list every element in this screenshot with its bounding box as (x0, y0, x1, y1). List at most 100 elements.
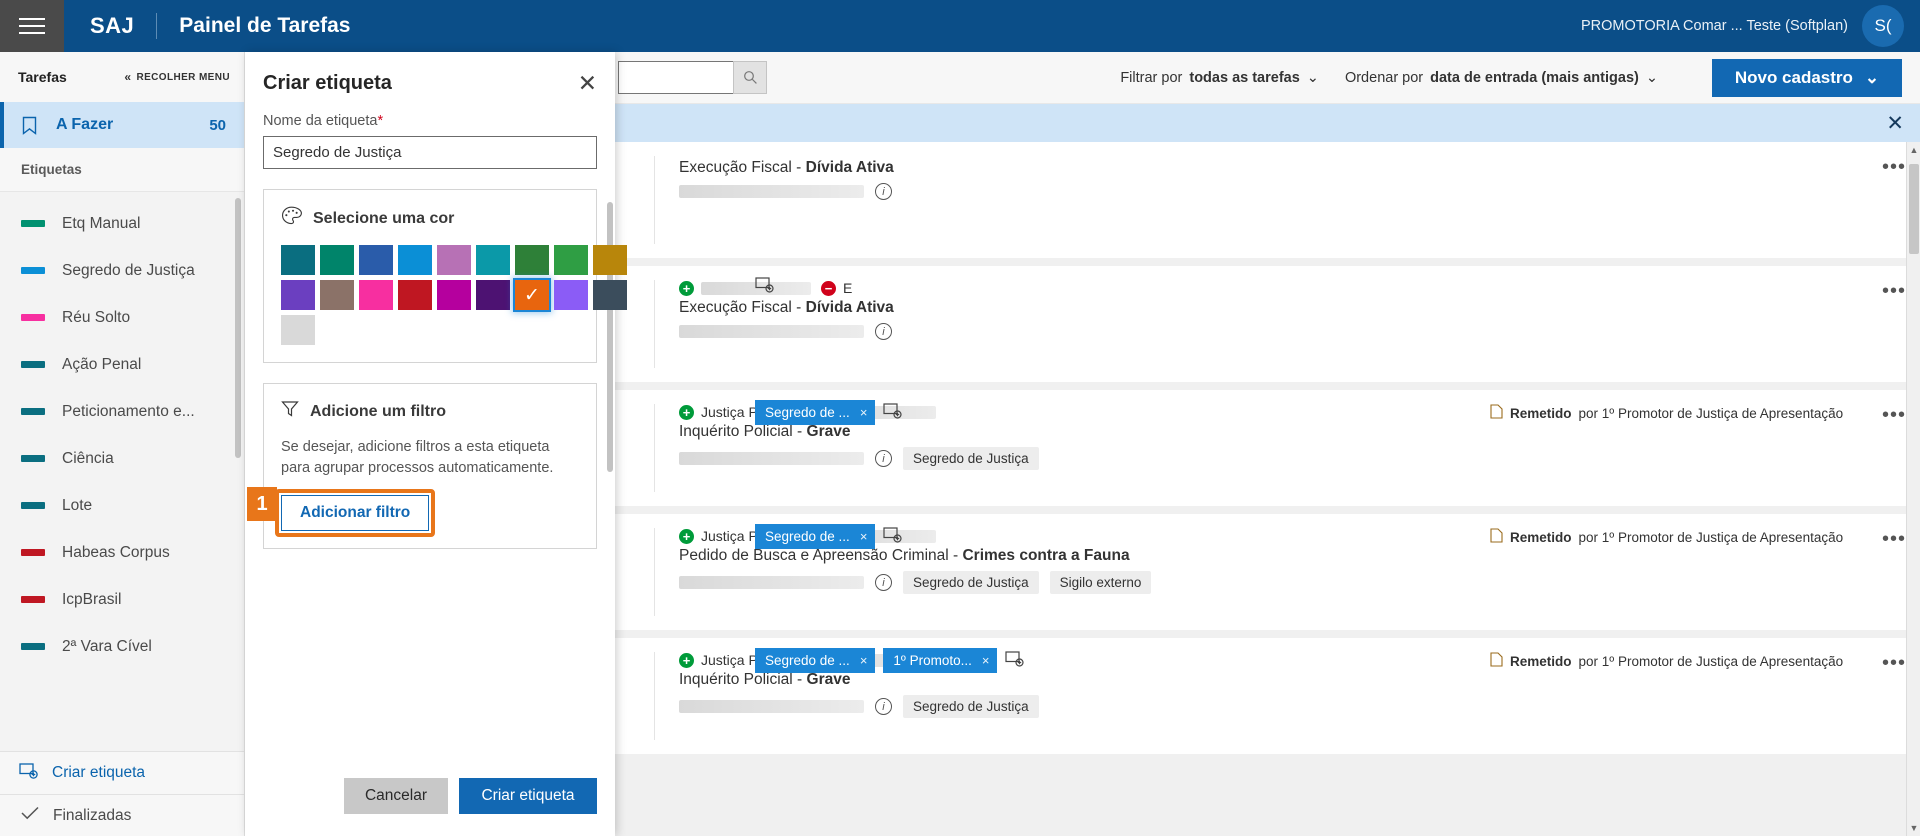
color-swatch[interactable] (320, 280, 354, 310)
close-icon[interactable]: ✕ (578, 72, 597, 95)
sidebar-item-label: Habeas Corpus (62, 544, 170, 562)
close-icon[interactable]: × (982, 653, 990, 668)
collapse-menu-button[interactable]: « RECOLHER MENU (124, 70, 230, 84)
sidebar-tag-list[interactable]: Etq ManualSegredo de JustiçaRéu Solto Açã… (0, 192, 244, 751)
task-case-number-row: iSegredo de Justiça (679, 447, 1490, 470)
color-swatch[interactable] (398, 245, 432, 275)
info-icon[interactable]: i (875, 450, 892, 467)
color-swatch[interactable] (281, 245, 315, 275)
sidebar-item-label: 2ª Vara Cível (62, 638, 152, 656)
color-swatch[interactable] (437, 245, 471, 275)
sidebar-item-tag[interactable]: Etq Manual (0, 200, 244, 247)
info-icon[interactable]: i (875, 698, 892, 715)
sidebar-item-finalizadas[interactable]: Finalizadas (0, 794, 244, 836)
more-options-icon[interactable]: ••• (1882, 528, 1906, 551)
color-swatch[interactable] (281, 315, 315, 345)
task-meta-detail: por 1º Promotor de Justiça de Apresentaç… (1579, 654, 1844, 669)
chevron-down-icon: ⌄ (1865, 68, 1879, 88)
hamburger-icon[interactable] (0, 0, 64, 52)
scroll-up-icon[interactable]: ▲ (1909, 145, 1919, 155)
search-icon[interactable] (733, 61, 767, 94)
cancelar-button[interactable]: Cancelar (344, 778, 448, 814)
color-swatch[interactable] (593, 245, 627, 275)
sidebar-scrollbar[interactable] (235, 198, 241, 458)
filter-prefix: Filtrar por (1120, 70, 1182, 86)
sidebar-item-tag[interactable]: Habeas Corpus (0, 529, 244, 576)
task-case-type: Execução Fiscal - Dívida Ativa (679, 299, 1490, 317)
palette-icon (281, 206, 302, 231)
color-swatch-grid[interactable]: ✓ (281, 245, 579, 345)
avatar[interactable]: S( (1862, 5, 1904, 47)
sidebar-item-tag[interactable]: 2ª Vara Cível (0, 623, 244, 670)
color-swatch[interactable] (554, 280, 588, 310)
info-icon[interactable]: i (875, 574, 892, 591)
more-options-icon[interactable]: ••• (1882, 404, 1906, 427)
search-box[interactable] (618, 61, 767, 94)
criar-etiqueta-button[interactable]: Criar etiqueta (459, 778, 597, 814)
task-meta-column: Remetido por 1º Promotor de Justiça de A… (1490, 528, 1920, 616)
sidebar-item-tag[interactable]: Ciência (0, 435, 244, 482)
color-swatch[interactable] (359, 245, 393, 275)
sidebar-item-tag[interactable]: Ação Penal (0, 341, 244, 388)
task-chip-row (755, 276, 774, 298)
nome-etiqueta-label: Nome da etiqueta* (263, 113, 597, 129)
color-swatch[interactable]: ✓ (515, 280, 549, 310)
close-icon[interactable]: × (860, 653, 868, 668)
sidebar-item-a-fazer[interactable]: A Fazer 50 (0, 102, 244, 148)
sort-dropdown[interactable]: Ordenar por data de entrada (mais antiga… (1345, 70, 1658, 86)
task-case-number-row: i (679, 183, 1490, 200)
task-tag-chip[interactable]: Segredo de ...× (755, 400, 875, 425)
scroll-down-icon[interactable]: ▼ (1909, 823, 1919, 833)
tag-color-swatch (21, 596, 45, 603)
sidebar-item-tag[interactable]: IcpBrasil (0, 576, 244, 623)
color-swatch[interactable] (320, 245, 354, 275)
sidebar-item-tag[interactable]: Segredo de Justiça (0, 247, 244, 294)
sidebar-item-criar-etiqueta[interactable]: Criar etiqueta (0, 752, 244, 794)
nome-etiqueta-input[interactable] (263, 136, 597, 169)
add-tag-icon[interactable] (883, 526, 902, 548)
sidebar-item-tag[interactable]: Réu Solto (0, 294, 244, 341)
close-icon[interactable]: × (860, 529, 868, 544)
close-icon[interactable]: × (860, 405, 868, 420)
color-swatch[interactable] (476, 280, 510, 310)
task-parties: +−E (679, 280, 1490, 296)
color-swatch[interactable] (515, 245, 549, 275)
close-icon[interactable]: ✕ (1886, 111, 1904, 136)
task-meta-column: Remetido por 1º Promotor de Justiça de A… (1490, 652, 1920, 740)
more-options-icon[interactable]: ••• (1882, 652, 1906, 675)
sidebar-item-tag[interactable]: Lote (0, 482, 244, 529)
filter-dropdown[interactable]: Filtrar por todas as tarefas ⌄ (1120, 70, 1319, 86)
adicionar-filtro-button[interactable]: Adicionar filtro (281, 495, 429, 531)
tag-color-swatch (21, 502, 45, 509)
modal-scrollbar[interactable] (607, 202, 613, 472)
more-options-icon[interactable]: ••• (1882, 156, 1906, 179)
task-tag-chip[interactable]: 1º Promoto...× (883, 648, 997, 673)
toolbar-filters: Filtrar por todas as tarefas ⌄ Ordenar p… (1120, 59, 1902, 97)
color-swatch[interactable] (281, 280, 315, 310)
plus-circle-icon: + (679, 653, 694, 668)
add-tag-icon[interactable] (755, 276, 774, 298)
sidebar-item-label: Peticionamento e... (62, 403, 195, 421)
novo-cadastro-button[interactable]: Novo cadastro ⌄ (1712, 59, 1902, 97)
add-tag-icon[interactable] (883, 402, 902, 424)
content-scrollbar[interactable]: ▲ ▼ (1906, 142, 1920, 836)
info-icon[interactable]: i (875, 183, 892, 200)
redacted-case-number (679, 576, 864, 589)
more-options-icon[interactable]: ••• (1882, 280, 1906, 303)
task-case-type: Execução Fiscal - Dívida Ativa (679, 159, 1490, 177)
info-icon[interactable]: i (875, 323, 892, 340)
color-swatch[interactable] (554, 245, 588, 275)
add-tag-icon[interactable] (1005, 650, 1024, 672)
color-swatch[interactable] (359, 280, 393, 310)
color-swatch[interactable] (437, 280, 471, 310)
sidebar-item-label: Ação Penal (62, 356, 141, 374)
search-input[interactable] (618, 61, 733, 94)
color-swatch[interactable] (398, 280, 432, 310)
task-tag-chip[interactable]: Segredo de ...× (755, 648, 875, 673)
scrollbar-thumb[interactable] (1909, 164, 1919, 254)
sidebar-item-tag[interactable]: Peticionamento e... (0, 388, 244, 435)
task-tag-chip[interactable]: Segredo de ...× (755, 524, 875, 549)
color-swatch[interactable] (593, 280, 627, 310)
color-swatch[interactable] (476, 245, 510, 275)
plus-circle-icon: + (679, 281, 694, 296)
